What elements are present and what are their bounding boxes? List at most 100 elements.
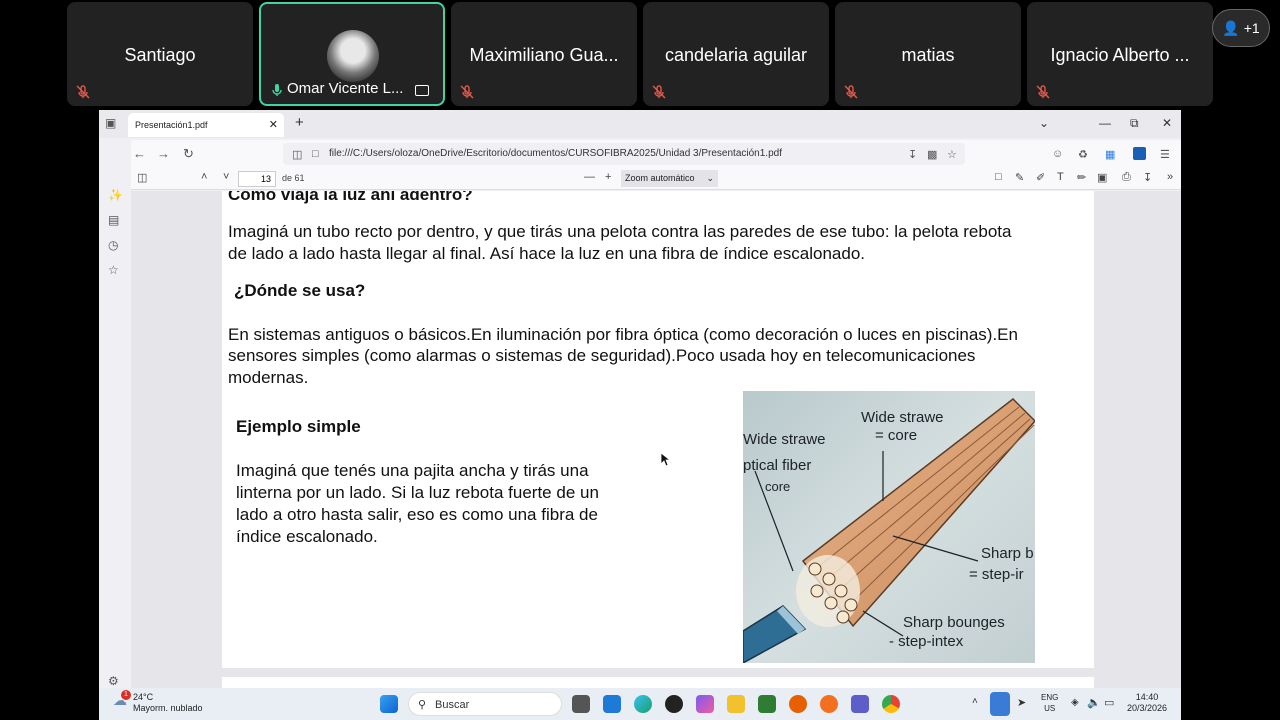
more-participants-count: +1	[1243, 20, 1260, 36]
weather-condition: Mayorm. nublado	[133, 703, 203, 713]
volume-icon[interactable]: 🔈	[1087, 696, 1101, 709]
settings-gear-icon[interactable]: ⚙	[108, 674, 119, 688]
zoom-select[interactable]: Zoom automático ⌄	[621, 170, 718, 187]
mic-muted-icon	[460, 85, 474, 99]
battery-icon[interactable]: ▭	[1104, 696, 1114, 709]
outlook-icon[interactable]	[603, 695, 621, 713]
language-indicator[interactable]: ENG US	[1041, 692, 1058, 714]
address-bar[interactable]: file:///C:/Users/oloza/OneDrive/Escritor…	[283, 143, 965, 165]
weather-widget[interactable]: ☁ 1 24°C Mayorm. nublado	[113, 690, 203, 714]
participant-tile[interactable]: Santiago	[67, 2, 253, 106]
extension-icon[interactable]: ▦	[1105, 148, 1115, 161]
pdf-viewer[interactable]: Cómo viaja la luz ahí adentro? Imaginá u…	[131, 191, 1181, 688]
previous-page-icon[interactable]: ˄	[201, 171, 207, 183]
slide-paragraph: de lado a lado hasta llegar al final. As…	[228, 244, 865, 263]
page-number-input[interactable]: 13	[238, 171, 276, 187]
comment-icon[interactable]: □	[995, 171, 1002, 183]
tray-chevron-icon[interactable]: ˄	[972, 696, 978, 707]
history-icon[interactable]: ◷	[108, 238, 118, 252]
forward-icon[interactable]: →	[157, 146, 170, 161]
close-window-button[interactable]: ✕	[1162, 116, 1172, 130]
chatgpt-icon[interactable]	[665, 695, 683, 713]
text-icon[interactable]: T	[1057, 171, 1064, 183]
pdf-page: Cómo viaja la luz ahí adentro? Imaginá u…	[222, 191, 1094, 668]
clock-time: 14:40	[1135, 692, 1159, 702]
firefox-icon[interactable]	[789, 695, 807, 713]
tab-pdf[interactable]: Presentación1.pdf ✕	[128, 113, 284, 137]
minimize-button[interactable]: —	[1099, 116, 1111, 130]
mic-muted-icon	[652, 85, 666, 99]
bookmarks-icon[interactable]: ☆	[108, 263, 119, 277]
system-clock[interactable]: 14:40 20/3/2026	[1127, 692, 1167, 714]
translate-icon[interactable]: ▩	[927, 148, 937, 161]
zoom-out-icon[interactable]: —	[584, 171, 595, 183]
extensions-icon[interactable]: ♻	[1078, 148, 1088, 161]
figure-label: core	[765, 479, 791, 494]
store-icon[interactable]	[758, 695, 776, 713]
save-icon[interactable]: ↧	[1143, 171, 1152, 184]
location-icon[interactable]: ➤	[1017, 696, 1026, 709]
slide-paragraph: En sistemas antiguos o básicos.En ilumin…	[228, 325, 1018, 344]
restore-button[interactable]: ⧉	[1130, 116, 1139, 131]
mic-icon	[272, 84, 282, 96]
taskbar-search[interactable]: ⚲ Buscar	[408, 692, 562, 716]
participant-tile[interactable]: Ignacio Alberto ...	[1027, 2, 1213, 106]
search-placeholder: Buscar	[435, 699, 470, 711]
edit-icon[interactable]: ✎	[1015, 171, 1024, 184]
page-icon: □	[312, 148, 319, 160]
reload-icon[interactable]: ↻	[183, 146, 194, 162]
more-participants-button[interactable]: 👤 +1	[1212, 9, 1270, 47]
tab-overflow-icon[interactable]: ⌄	[1039, 116, 1049, 130]
zoom-in-icon[interactable]: +	[605, 171, 611, 183]
bookmark-star-icon[interactable]: ☆	[947, 148, 957, 161]
close-tab-icon[interactable]: ✕	[269, 113, 278, 137]
chrome-icon[interactable]	[882, 695, 900, 713]
slide-heading: ¿Dónde se usa?	[234, 281, 366, 300]
tab-list-icon[interactable]: ▣	[105, 116, 116, 130]
participant-tile[interactable]: candelaria aguilar	[643, 2, 829, 106]
copilot-icon[interactable]	[696, 695, 714, 713]
start-button[interactable]	[380, 695, 398, 713]
shield-icon[interactable]: ◫	[292, 148, 302, 161]
print-icon[interactable]: ⎙	[1122, 171, 1131, 184]
draw-icon[interactable]: ✐	[1036, 171, 1045, 184]
extension-icon[interactable]	[1133, 147, 1146, 160]
browser-sidebar: ✨ ▤ ◷ ☆ ⚙	[99, 138, 131, 688]
thumbnails-toggle-icon[interactable]: ◫	[137, 171, 147, 184]
wifi-icon[interactable]: ◈	[1071, 697, 1079, 708]
pdf-next-page	[222, 677, 1094, 688]
slide-paragraph: sensores simples (como alarmas o sistema…	[228, 346, 976, 365]
mouse-cursor-icon	[661, 453, 671, 467]
next-page-icon[interactable]: ˅	[223, 171, 229, 183]
mic-muted-icon	[1036, 85, 1050, 99]
image-icon[interactable]: ▣	[1097, 171, 1107, 184]
new-tab-button[interactable]: +	[295, 114, 304, 131]
microphone-icon[interactable]	[990, 692, 1010, 716]
edge-icon[interactable]	[634, 695, 652, 713]
tabs-icon[interactable]: ▤	[108, 213, 119, 227]
more-tools-icon[interactable]: »	[1167, 171, 1173, 183]
screen-share-icon	[415, 85, 429, 96]
participant-tile-active[interactable]: Omar Vicente L...	[259, 2, 445, 106]
participant-name: Omar Vicente L...	[287, 80, 404, 97]
tab-bar: ▣ Presentación1.pdf ✕ + ⌄ — ⧉ ✕	[99, 110, 1181, 138]
zoom-value: Zoom automático	[625, 173, 695, 183]
clock-date: 20/3/2026	[1126, 703, 1167, 713]
file-explorer-icon[interactable]	[727, 695, 745, 713]
figure-label: - step-intex	[889, 633, 964, 650]
figure-label: = step-ir	[969, 566, 1024, 583]
task-view-icon[interactable]	[572, 695, 590, 713]
menu-icon[interactable]: ☰	[1160, 148, 1170, 161]
app-icon[interactable]	[820, 695, 838, 713]
slide-paragraph: Imaginá un tubo recto por dentro, y que …	[228, 222, 1012, 241]
download-icon[interactable]: ↧	[908, 148, 917, 161]
meeting-app-icon[interactable]	[851, 695, 869, 713]
participant-tile[interactable]: matias	[835, 2, 1021, 106]
participant-tile[interactable]: Maximiliano Gua...	[451, 2, 637, 106]
back-icon[interactable]: ←	[133, 146, 146, 161]
account-icon[interactable]: ☺	[1052, 148, 1063, 160]
ai-sparkle-icon[interactable]: ✨	[108, 188, 123, 202]
highlight-icon[interactable]: ✏	[1077, 171, 1086, 184]
slide-paragraph: lado a otro hasta salir, eso es como una…	[236, 505, 598, 524]
person-icon: 👤	[1222, 19, 1240, 36]
